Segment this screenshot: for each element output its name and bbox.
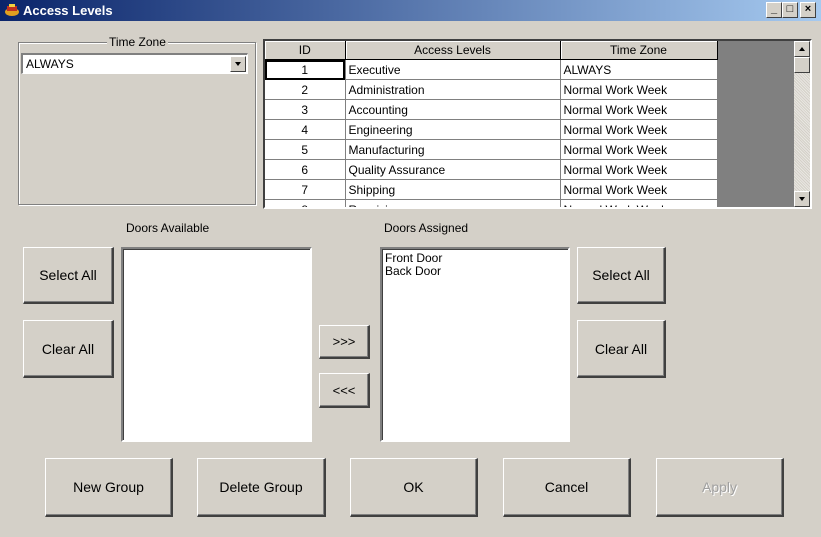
cell-id[interactable]: 6 (265, 159, 346, 180)
cell-time-zone[interactable]: Normal Work Week (560, 119, 718, 140)
cell-id[interactable]: 2 (265, 79, 346, 100)
cell-access-level[interactable]: Shipping (345, 179, 561, 200)
cell-access-level[interactable]: Manufacturing (345, 139, 561, 160)
move-right-button[interactable]: >>> (319, 325, 370, 359)
clear-all-assigned-button[interactable]: Clear All (577, 320, 666, 378)
table-row[interactable]: 3 Accounting Normal Work Week (265, 99, 718, 120)
chevron-down-icon (235, 62, 241, 66)
table-row[interactable]: 8 Receiving Normal Work Week (265, 199, 718, 207)
cell-id[interactable]: 8 (265, 199, 346, 207)
table-row[interactable]: 7 Shipping Normal Work Week (265, 179, 718, 200)
maximize-button[interactable]: □ (782, 2, 798, 18)
cell-time-zone[interactable]: Normal Work Week (560, 79, 718, 100)
cell-time-zone[interactable]: Normal Work Week (560, 159, 718, 180)
cell-id[interactable]: 5 (265, 139, 346, 160)
time-zone-combobox[interactable]: ALWAYS (21, 53, 248, 74)
list-item[interactable]: Back Door (382, 265, 568, 278)
cell-access-level[interactable]: Administration (345, 79, 561, 100)
cell-id[interactable]: 3 (265, 99, 346, 120)
scroll-down-button[interactable] (794, 191, 810, 207)
cell-id[interactable]: 7 (265, 179, 346, 200)
app-icon (5, 4, 19, 16)
cell-id[interactable]: 1 (265, 59, 346, 80)
table-row[interactable]: 1 Executive ALWAYS (265, 59, 718, 80)
cell-time-zone[interactable]: Normal Work Week (560, 99, 718, 120)
column-header-access-levels[interactable]: Access Levels (345, 41, 561, 60)
window-title: Access Levels (23, 3, 113, 18)
delete-group-button[interactable]: Delete Group (197, 458, 326, 517)
title-bar[interactable]: Access Levels _ □ × (0, 0, 821, 21)
new-group-button[interactable]: New Group (45, 458, 173, 517)
table-row[interactable]: 6 Quality Assurance Normal Work Week (265, 159, 718, 180)
table-row[interactable]: 2 Administration Normal Work Week (265, 79, 718, 100)
cell-access-level[interactable]: Accounting (345, 99, 561, 120)
select-all-available-button[interactable]: Select All (23, 247, 114, 304)
doors-available-listbox[interactable] (121, 247, 312, 442)
minimize-button[interactable]: _ (766, 2, 782, 18)
combobox-dropdown-button[interactable] (230, 56, 246, 72)
select-all-assigned-button[interactable]: Select All (577, 247, 666, 304)
clear-all-available-button[interactable]: Clear All (23, 320, 114, 378)
cell-access-level[interactable]: Quality Assurance (345, 159, 561, 180)
table-row[interactable]: 4 Engineering Normal Work Week (265, 119, 718, 140)
apply-button[interactable]: Apply (656, 458, 784, 517)
move-left-button[interactable]: <<< (319, 373, 370, 408)
access-levels-window: Access Levels _ □ × Time Zone ALWAYS ID … (0, 0, 821, 537)
doors-assigned-label: Doors Assigned (384, 221, 469, 235)
grid-vertical-scrollbar[interactable] (794, 41, 810, 207)
column-header-id[interactable]: ID (265, 41, 346, 60)
cancel-button[interactable]: Cancel (503, 458, 631, 517)
column-header-time-zone[interactable]: Time Zone (560, 41, 718, 60)
doors-available-label: Doors Available (126, 221, 210, 235)
cell-time-zone[interactable]: Normal Work Week (560, 199, 718, 207)
cell-access-level[interactable]: Receiving (345, 199, 561, 207)
scroll-thumb[interactable] (794, 57, 810, 73)
cell-access-level[interactable]: Engineering (345, 119, 561, 140)
table-row[interactable]: 5 Manufacturing Normal Work Week (265, 139, 718, 160)
cell-id[interactable]: 4 (265, 119, 346, 140)
close-button[interactable]: × (800, 2, 816, 18)
cell-time-zone[interactable]: Normal Work Week (560, 139, 718, 160)
access-levels-table: ID Access Levels Time Zone 1 Executive A… (265, 41, 718, 207)
cell-time-zone[interactable]: ALWAYS (560, 59, 718, 80)
cell-access-level[interactable]: Executive (345, 59, 561, 80)
chevron-up-icon (799, 47, 805, 51)
scroll-up-button[interactable] (794, 41, 810, 57)
time-zone-group-label: Time Zone (107, 35, 168, 49)
ok-button[interactable]: OK (350, 458, 478, 517)
doors-assigned-listbox[interactable]: Front Door Back Door (380, 247, 570, 442)
time-zone-selected-value: ALWAYS (26, 57, 74, 71)
access-levels-grid[interactable]: ID Access Levels Time Zone 1 Executive A… (263, 39, 812, 209)
cell-time-zone[interactable]: Normal Work Week (560, 179, 718, 200)
chevron-down-icon (799, 197, 805, 201)
